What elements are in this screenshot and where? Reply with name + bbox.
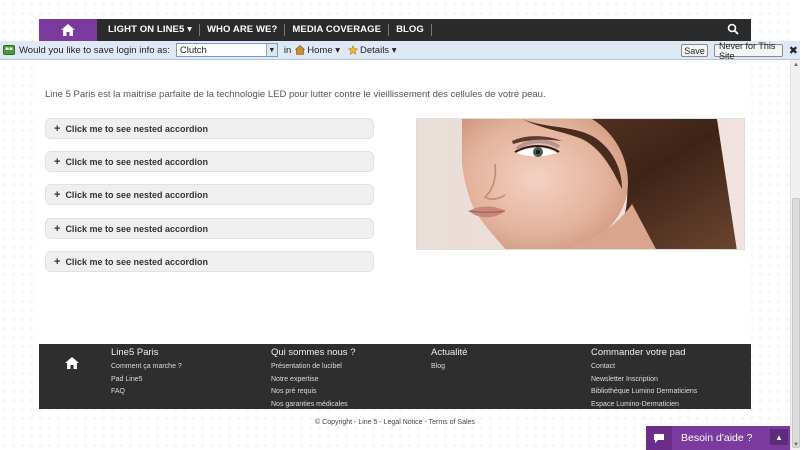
page-scrollbar[interactable]: ▲ ▼ — [790, 60, 800, 450]
footer-heading: Commander votre pad — [591, 347, 686, 358]
savebar-prompt: Would you like to save login info as: — [19, 44, 170, 56]
home-menu-icon — [295, 45, 306, 55]
footer-heading: Actualité — [431, 347, 468, 358]
footer-home-link[interactable] — [65, 357, 79, 372]
plus-icon: + — [54, 188, 61, 201]
savebar-logo-icon — [3, 45, 15, 55]
footer-column-actualite: Actualité Blog — [431, 347, 467, 374]
login-name-value: Clutch — [179, 44, 207, 56]
home-icon — [61, 24, 75, 36]
footer-heading: Line5 Paris — [111, 347, 159, 358]
woman-portrait-image — [417, 119, 744, 249]
chat-label: Besoin d'aide ? — [681, 432, 753, 444]
footer-link[interactable]: Contact — [591, 361, 697, 374]
copyright-text: © Copyright - Line 5 - Legal Notice - Te… — [315, 419, 475, 426]
plus-icon: + — [54, 155, 61, 168]
details-menu-label: Details ▾ — [360, 44, 397, 56]
footer-heading: Qui sommes nous ? — [271, 347, 356, 358]
footer-link[interactable]: Newsletter Inscription — [591, 374, 697, 387]
scroll-up-arrow-icon[interactable]: ▲ — [791, 60, 800, 70]
footer-column-commander: Commander votre pad Contact Newsletter I… — [591, 347, 697, 411]
accordion-item[interactable]: + Click me to see nested accordion — [45, 118, 374, 139]
nav-item-who-are-we[interactable]: WHO ARE WE? — [198, 24, 284, 36]
footer-link[interactable]: Notre expertise — [271, 374, 355, 387]
savebar-in-label: in — [283, 44, 292, 56]
footer-column-qui-sommes-nous: Qui sommes nous ? Présentation de lucibe… — [271, 347, 355, 411]
accordion-item[interactable]: + Click me to see nested accordion — [45, 251, 374, 272]
never-for-this-site-button[interactable]: Never for This Site — [714, 41, 783, 61]
chevron-up-icon[interactable]: ▲ — [770, 429, 788, 445]
intro-text: Line 5 Paris est la maitrise parfaite de… — [45, 89, 546, 100]
accordion-item[interactable]: + Click me to see nested accordion — [45, 184, 374, 205]
footer-link[interactable]: Pad Line5 — [111, 374, 182, 387]
footer-link[interactable]: Espace Lumino-Dermaticien — [591, 399, 697, 412]
nav-item-blog[interactable]: BLOG — [388, 24, 431, 36]
top-navigation: LIGHT ON LINE5 ▾ WHO ARE WE? MEDIA COVER… — [39, 19, 751, 41]
accordion-label: Click me to see nested accordion — [65, 256, 208, 267]
nav-item-media-coverage[interactable]: MEDIA COVERAGE — [284, 24, 388, 36]
plus-icon: + — [54, 222, 61, 235]
accordion-label: Click me to see nested accordion — [65, 123, 208, 134]
footer-column-line5-paris: Line5 Paris Comment ça marche ? Pad Line… — [111, 347, 182, 399]
home-menu-label: Home ▾ — [307, 44, 341, 56]
footer-link[interactable]: Nos pré requis — [271, 386, 355, 399]
accordion-item[interactable]: + Click me to see nested accordion — [45, 218, 374, 239]
save-login-bar: Would you like to save login info as: Cl… — [0, 41, 800, 61]
site-footer: Line5 Paris Comment ça marche ? Pad Line… — [39, 344, 751, 409]
nav-item-light-on-line5[interactable]: LIGHT ON LINE5 ▾ — [101, 24, 199, 36]
scroll-down-arrow-icon[interactable]: ▼ — [791, 440, 800, 450]
nav-divider — [430, 24, 432, 36]
footer-link[interactable]: Présentation de lucibel — [271, 361, 355, 374]
help-chat-widget[interactable]: Besoin d'aide ? ▲ — [646, 426, 790, 450]
save-button[interactable]: Save — [681, 44, 708, 57]
login-name-select[interactable]: Clutch ▼ — [175, 43, 278, 57]
plus-icon: + — [54, 122, 61, 135]
footer-link[interactable]: Comment ça marche ? — [111, 361, 182, 374]
chat-bubble-icon — [646, 426, 672, 450]
search-icon — [727, 23, 739, 35]
details-menu[interactable]: Details ▾ — [348, 45, 396, 56]
dropdown-arrow-icon: ▼ — [265, 44, 277, 56]
accordion-item[interactable]: + Click me to see nested accordion — [45, 151, 374, 172]
accordion-label: Click me to see nested accordion — [65, 223, 208, 234]
plus-icon: + — [54, 255, 61, 268]
home-folder-menu[interactable]: Home ▾ — [295, 45, 340, 56]
footer-link[interactable]: Nos garanties médicales — [271, 399, 355, 412]
footer-link[interactable]: Bibliothèque Lumino Dermaticiens — [591, 386, 697, 399]
accordion-label: Click me to see nested accordion — [65, 189, 208, 200]
details-menu-icon — [348, 45, 359, 55]
footer-link[interactable]: FAQ — [111, 386, 182, 399]
nav-home-button[interactable] — [39, 19, 97, 41]
search-button[interactable] — [727, 23, 741, 37]
footer-link[interactable]: Blog — [431, 361, 467, 374]
scrollbar-thumb[interactable] — [792, 198, 800, 448]
close-icon[interactable]: ✖ — [789, 44, 798, 57]
home-icon — [65, 357, 79, 369]
hero-image — [416, 118, 745, 250]
accordion-label: Click me to see nested accordion — [65, 156, 208, 167]
